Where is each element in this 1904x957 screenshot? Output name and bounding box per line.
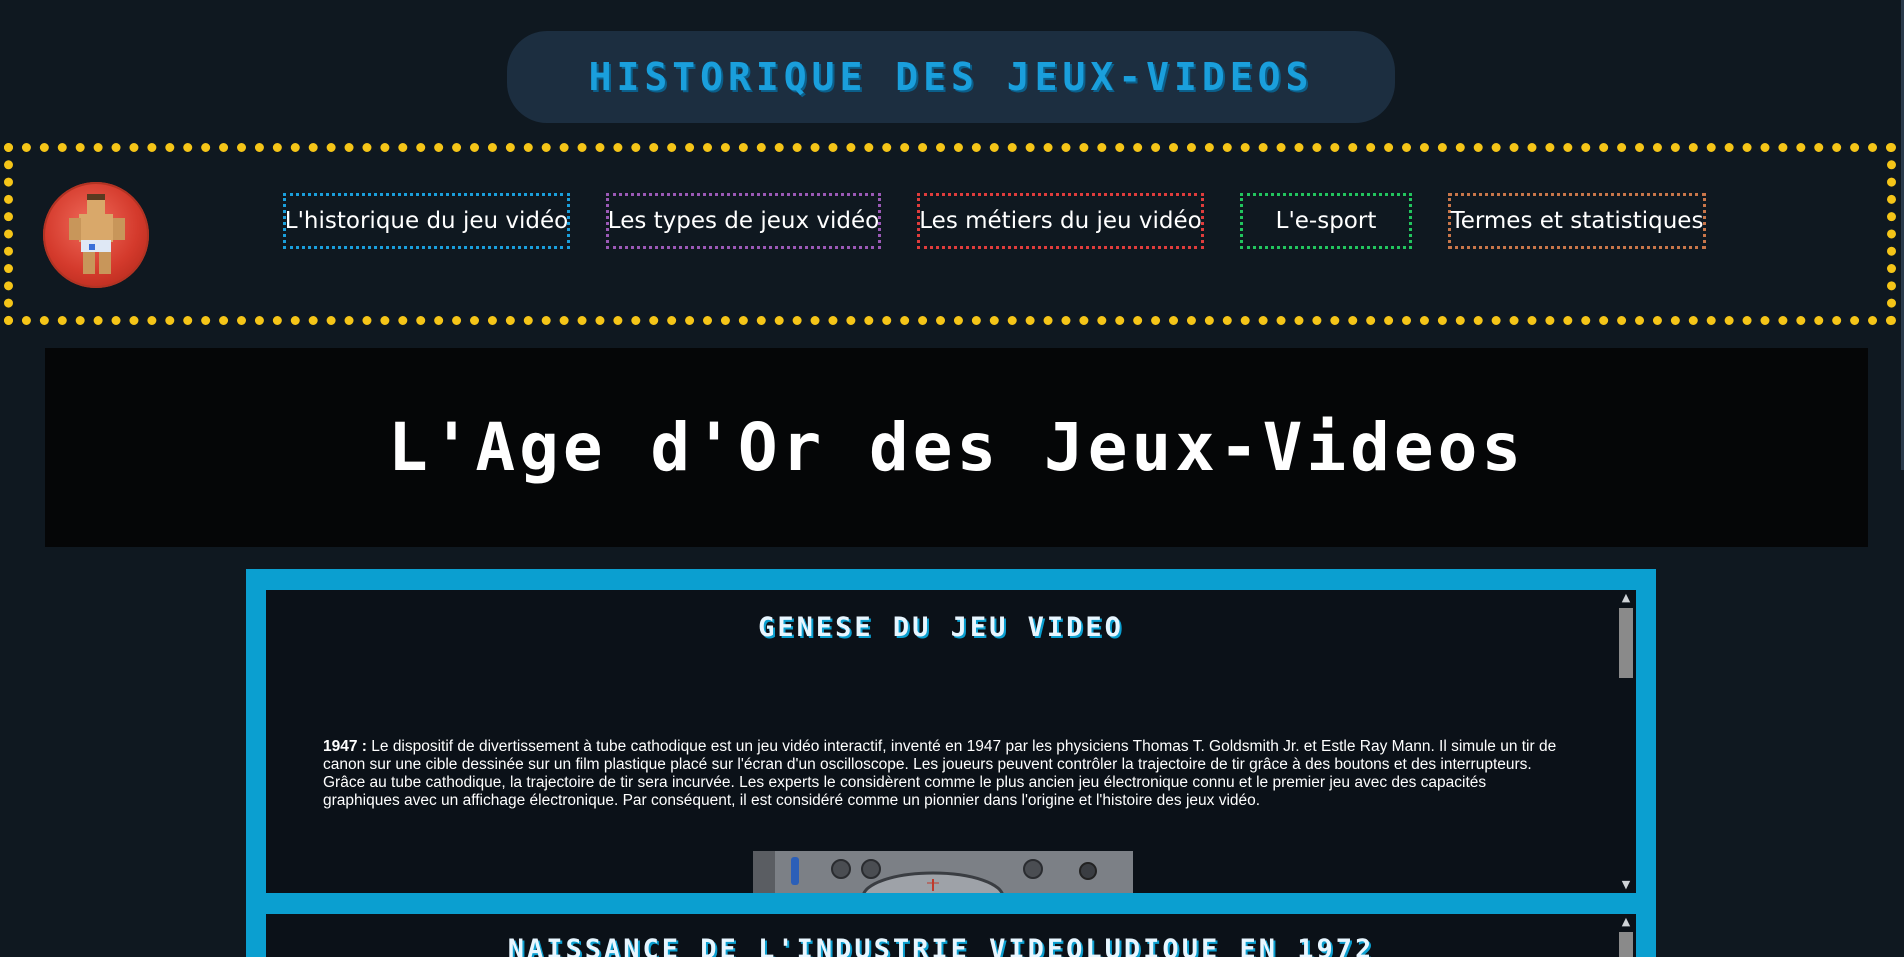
pixel-fighter-logo-icon[interactable] (43, 182, 149, 288)
nav-link-termes[interactable]: Termes et statistiques (1448, 193, 1706, 249)
section-text: Le dispositif de divertissement à tube c… (323, 737, 1557, 810)
content-frame: GENESE DU JEU VIDEO 1947 : Le dispositif… (246, 569, 1656, 957)
nav-link-esport[interactable]: L'e-sport (1240, 193, 1412, 249)
section-title: NAISSANCE DE L'INDUSTRIE VIDEOLUDIQUE EN… (507, 934, 1375, 957)
scroll-thumb[interactable] (1619, 608, 1633, 678)
nav-link-historique[interactable]: L'historique du jeu vidéo (283, 193, 570, 249)
site-title: HISTORIQUE DES JEUX-VIDEOS (588, 55, 1314, 99)
section-year: 1947 : (323, 737, 367, 755)
cathode-ray-tube-device-photo (753, 851, 1133, 893)
hero-banner-title: L'Age d'Or des Jeux-Videos (387, 409, 1526, 486)
nav-link-metiers[interactable]: Les métiers du jeu vidéo (917, 193, 1204, 249)
section-paragraph: 1947 : Le dispositif de divertissement à… (323, 738, 1563, 811)
scroll-up-icon[interactable]: ▲ (1616, 914, 1636, 930)
logo-figure-icon (69, 194, 125, 274)
device-photo-icon (753, 851, 1133, 893)
nav-links: L'historique du jeu vidéo Les types de j… (283, 193, 1706, 249)
section-title: GENESE DU JEU VIDEO (758, 612, 1124, 643)
hero-banner: L'Age d'Or des Jeux-Videos (45, 348, 1868, 547)
scroll-up-icon[interactable]: ▲ (1616, 590, 1636, 606)
section-naissance-industrie[interactable]: NAISSANCE DE L'INDUSTRIE VIDEOLUDIQUE EN… (266, 914, 1636, 957)
scroll-down-icon[interactable]: ▼ (1616, 877, 1636, 893)
nav-link-types[interactable]: Les types de jeux vidéo (606, 193, 881, 249)
main-navigation: L'historique du jeu vidéo Les types de j… (4, 143, 1896, 325)
site-title-banner: HISTORIQUE DES JEUX-VIDEOS (507, 31, 1395, 123)
section-genese[interactable]: GENESE DU JEU VIDEO 1947 : Le dispositif… (266, 590, 1636, 893)
section-scrollbar[interactable]: ▲ (1616, 914, 1636, 957)
scroll-thumb[interactable] (1619, 932, 1633, 957)
section-scrollbar[interactable]: ▲ ▼ (1616, 590, 1636, 893)
